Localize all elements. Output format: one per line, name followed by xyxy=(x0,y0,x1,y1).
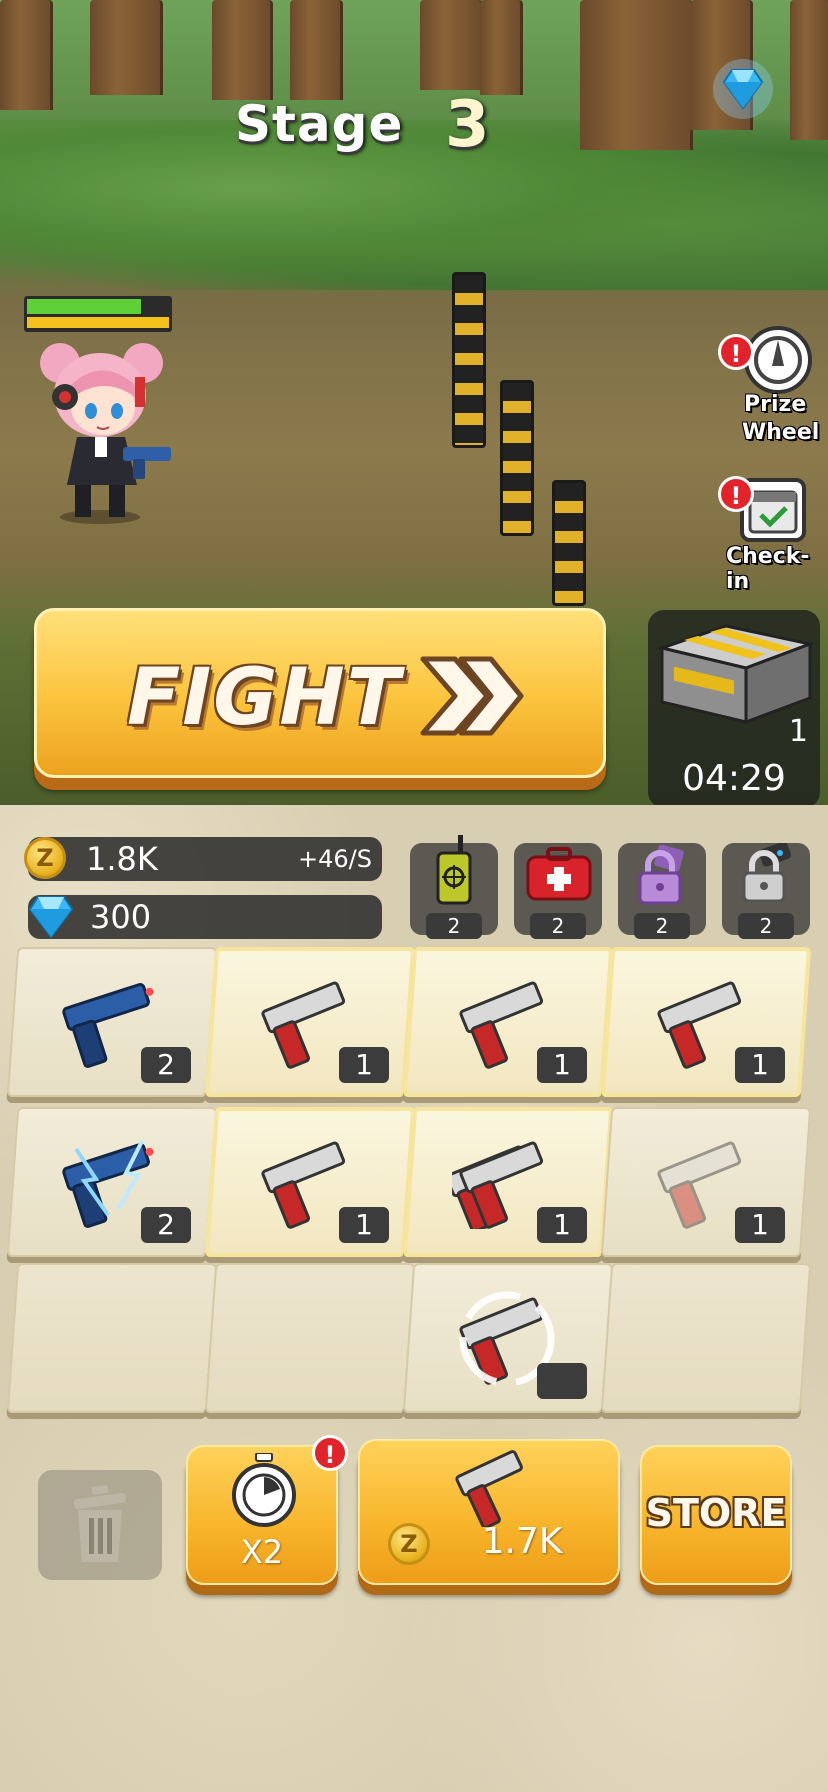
check-in-alert-badge: ! xyxy=(718,476,754,512)
radio-icon xyxy=(436,835,472,905)
trash-icon xyxy=(73,1485,127,1562)
empty-cell[interactable] xyxy=(6,1263,218,1413)
weapon-cell[interactable]: 2 xyxy=(6,1107,218,1257)
prize-wheel-label-line2: Wheel xyxy=(742,420,820,445)
fight-button[interactable]: FIGHT xyxy=(34,608,606,778)
weapon-cell[interactable] xyxy=(402,1263,614,1413)
fence-plank xyxy=(480,0,523,95)
item-count: 2 xyxy=(738,913,794,939)
prize-wheel-alert-badge: ! xyxy=(718,334,754,370)
barrier xyxy=(452,272,486,448)
grass xyxy=(0,120,828,290)
hero-energy-fill xyxy=(27,317,169,328)
crate-icon xyxy=(656,624,814,725)
gem-balance-bar: 300 xyxy=(28,895,382,939)
weapon-cell[interactable]: 1 xyxy=(204,1107,416,1257)
coin-icon: Z xyxy=(24,837,66,879)
speed-boost-label: X2 xyxy=(240,1533,284,1571)
weapon-cell[interactable]: 1 xyxy=(600,947,812,1097)
item-robot-lock[interactable]: 2 xyxy=(722,843,810,939)
weapon-cell[interactable]: 1 xyxy=(402,947,614,1097)
prize-wheel-button[interactable] xyxy=(744,326,812,394)
gem-icon[interactable] xyxy=(712,58,774,120)
weapon-level-badge: 2 xyxy=(140,1047,191,1083)
empty-cell[interactable] xyxy=(204,1263,416,1413)
crate-count: 1 xyxy=(788,714,808,749)
barrier xyxy=(552,480,586,606)
speed-boost-button[interactable]: X2 xyxy=(186,1445,338,1585)
gem-amount: 300 xyxy=(90,898,152,936)
weapon-cell[interactable]: 1 xyxy=(600,1107,812,1257)
item-medkit[interactable]: 2 xyxy=(514,843,602,939)
stage-label: Stage xyxy=(235,95,404,153)
weapon-cell[interactable]: 2 xyxy=(6,947,218,1097)
barrier xyxy=(500,380,534,536)
weapon-level-badge: 2 xyxy=(140,1207,191,1243)
fence-plank xyxy=(90,0,163,95)
fight-label: FIGHT xyxy=(127,653,402,743)
weapon-cell[interactable]: 1 xyxy=(204,947,416,1097)
item-radio[interactable]: 2 xyxy=(410,835,498,939)
buy-weapon-price: 1.7K xyxy=(481,1521,563,1562)
weapon-level-badge: 1 xyxy=(536,1207,587,1243)
item-count: 2 xyxy=(530,913,586,939)
store-button[interactable]: STORE xyxy=(640,1445,792,1585)
empty-cell[interactable] xyxy=(600,1263,812,1413)
item-purple-lock[interactable]: 2 xyxy=(618,843,706,939)
supply-crate-button[interactable]: 1 04:29 xyxy=(648,610,820,805)
coin-icon: Z xyxy=(388,1523,430,1565)
weapon-level-badge: 1 xyxy=(734,1047,785,1083)
silver-pistol-icon xyxy=(455,1450,523,1527)
weapon-cell[interactable]: 1 xyxy=(402,1107,614,1257)
hero-character xyxy=(25,335,175,525)
fence-plank xyxy=(212,0,273,100)
coin-rate: +46/S xyxy=(298,845,372,873)
item-count: 2 xyxy=(634,913,690,939)
battle-scene: Stage 3 ! Prize Wheel ! Check-in FIGHT 1… xyxy=(0,0,828,805)
stopwatch-icon xyxy=(232,1453,296,1527)
crate-timer: 04:29 xyxy=(682,758,786,799)
double-chevron-right-icon xyxy=(415,651,525,745)
merge-panel: 1.8K +46/S Z 300 2 2 2 2 2 1 1 1 2 1 1 1… xyxy=(0,805,828,1792)
weapon-level-badge: 1 xyxy=(338,1047,389,1083)
coin-balance-bar: 1.8K +46/S xyxy=(28,837,382,881)
fence-plank xyxy=(0,0,53,110)
weapon-level-badge: 1 xyxy=(536,1047,587,1083)
coin-amount: 1.8K xyxy=(86,840,158,878)
fence-plank xyxy=(580,0,693,150)
store-label: STORE xyxy=(645,1491,787,1535)
prize-wheel-icon xyxy=(754,336,802,384)
purple-lock-icon xyxy=(638,845,684,905)
weapon-level-badge: 1 xyxy=(734,1207,785,1243)
medkit-icon xyxy=(526,847,592,901)
fence-plank xyxy=(420,0,483,90)
item-count: 2 xyxy=(426,913,482,939)
buy-weapon-button[interactable]: Z 1.7K xyxy=(358,1439,620,1585)
weapon-level-badge: 1 xyxy=(338,1207,389,1243)
speed-boost-alert-badge: ! xyxy=(312,1435,348,1471)
hero-health-fill xyxy=(27,299,141,314)
robot-lock-icon xyxy=(742,843,792,903)
stage-number: 3 xyxy=(445,88,490,162)
trash-button[interactable] xyxy=(38,1470,162,1580)
gem-icon xyxy=(24,893,78,945)
check-in-label: Check-in xyxy=(726,544,810,594)
prize-wheel-label-line1: Prize xyxy=(744,392,807,417)
fence-plank xyxy=(790,0,828,140)
weapon-level-badge xyxy=(536,1363,587,1399)
fence-plank xyxy=(290,0,343,100)
hero-health-bar xyxy=(24,296,172,332)
